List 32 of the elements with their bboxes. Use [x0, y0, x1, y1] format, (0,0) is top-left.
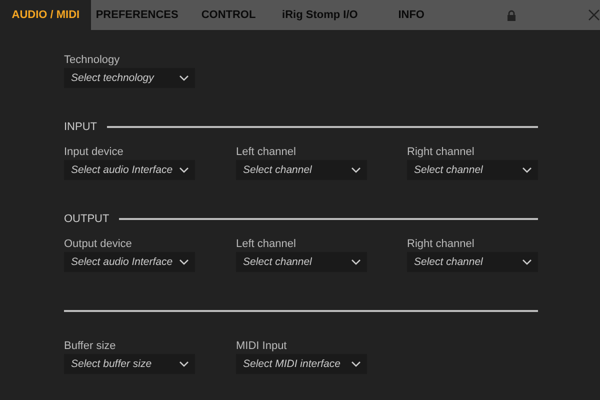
dropdown[interactable]: Select channel [407, 252, 538, 272]
chevron-down-icon [351, 259, 361, 265]
field-label: Buffer size [64, 339, 117, 354]
dropdown[interactable]: Select audio Interface [64, 252, 195, 272]
section-title: INPUT [64, 121, 97, 133]
dropdown[interactable]: Select buffer size [64, 354, 195, 374]
field-label: Right channel [407, 237, 476, 252]
dropdown[interactable]: Select MIDI interface [236, 354, 367, 374]
dropdown[interactable]: Select channel [236, 160, 367, 180]
tab[interactable]: AUDIO / MIDI [0, 0, 92, 30]
dropdown[interactable]: Select technology [64, 68, 195, 88]
dropdown[interactable]: Select audio Interface [64, 160, 195, 180]
field-label: Left channel [236, 237, 297, 252]
field-label: Input device [64, 145, 124, 160]
chevron-down-icon [179, 167, 189, 173]
close-icon[interactable] [588, 9, 600, 21]
field-label: MIDI Input [236, 339, 288, 354]
lock-icon[interactable] [507, 10, 516, 20]
chevron-down-icon [179, 259, 189, 265]
chevron-down-icon [179, 361, 189, 367]
chevron-down-icon [522, 167, 532, 173]
chevron-down-icon [522, 259, 532, 265]
field-label: Right channel [407, 145, 476, 160]
field-label: Technology [64, 53, 121, 68]
chevron-down-icon [351, 361, 361, 367]
field-label: Left channel [236, 145, 297, 160]
field-label: Output device [64, 237, 133, 252]
chevron-down-icon [351, 167, 361, 173]
dropdown[interactable]: Select channel [407, 160, 538, 180]
chevron-down-icon [179, 75, 189, 81]
section-title: OUTPUT [64, 213, 110, 225]
dropdown[interactable]: Select channel [236, 252, 367, 272]
